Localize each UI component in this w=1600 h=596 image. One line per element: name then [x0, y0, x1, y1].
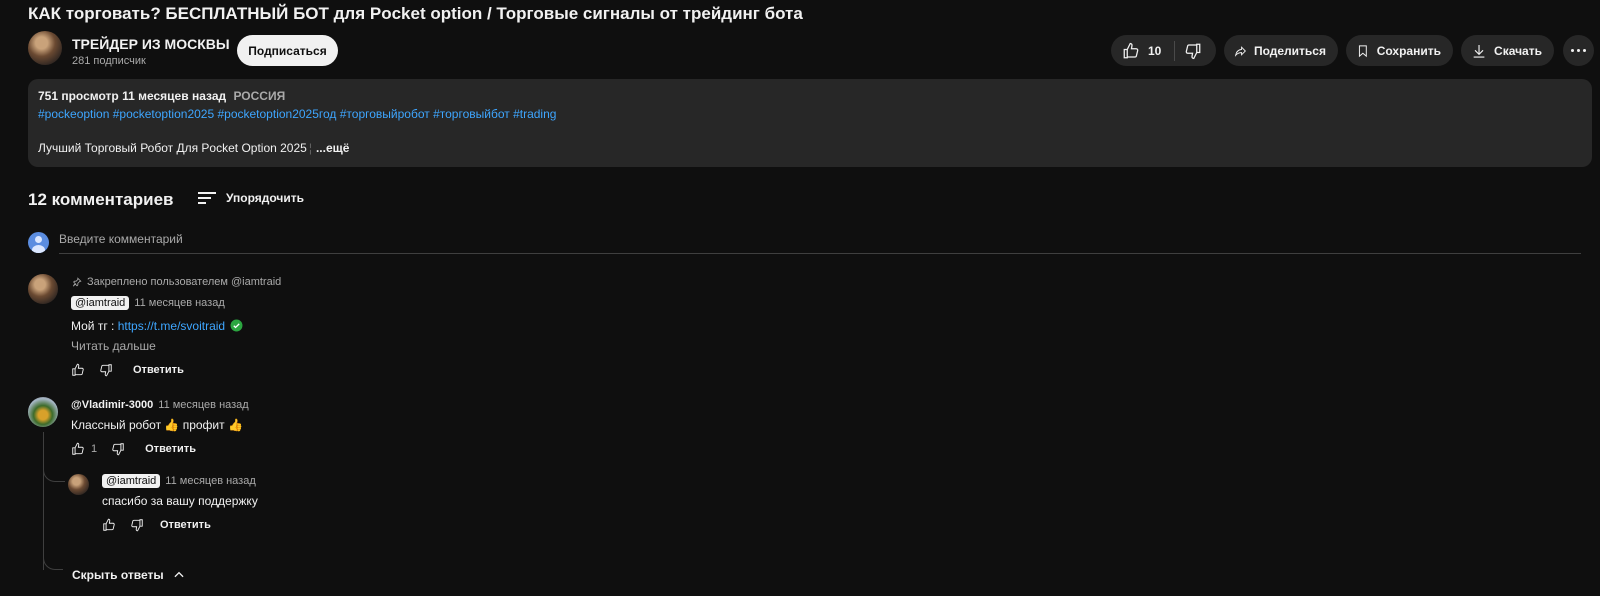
pinned-label: Закреплено пользователем @iamtraid	[87, 276, 282, 288]
thumbs-down-icon	[1185, 43, 1201, 59]
comment-author-avatar[interactable]	[28, 397, 58, 427]
description-fade: ¦	[308, 141, 312, 155]
hide-replies-label: Скрыть ответы	[72, 568, 164, 582]
description-box[interactable]: 751 просмотр 11 месяцев назад РОССИЯ #po…	[28, 79, 1592, 167]
like-button[interactable]: 10	[1111, 40, 1175, 61]
read-more-button[interactable]: Читать дальше	[71, 339, 156, 353]
more-actions-button[interactable]	[1563, 35, 1594, 66]
reply-button[interactable]: Ответить	[145, 443, 196, 455]
sort-label: Упорядочить	[226, 191, 305, 205]
dislike-button[interactable]	[1175, 42, 1202, 60]
verified-check-icon	[230, 319, 243, 332]
like-count: 10	[1148, 43, 1162, 58]
video-title: КАК торговать? БЕСПЛАТНЫЙ БОТ для Pocket…	[28, 4, 803, 23]
reply-actions: Ответить	[102, 518, 211, 532]
save-button[interactable]: Сохранить	[1346, 35, 1453, 66]
hide-replies-button[interactable]: Скрыть ответы	[72, 568, 186, 582]
thumbs-down-icon[interactable]	[99, 363, 113, 377]
reply-meta: @iamtraid 11 месяцев назад	[102, 474, 256, 488]
comments-count: 12 комментариев	[28, 190, 174, 209]
chevron-up-icon	[174, 571, 184, 578]
description-line: Лучший Торговый Робот Для Pocket Option …	[38, 141, 307, 155]
comment-input[interactable]: Введите комментарий	[59, 232, 1581, 254]
channel-avatar[interactable]	[28, 31, 62, 65]
comment-time[interactable]: 11 месяцев назад	[158, 399, 248, 411]
comment-time[interactable]: 11 месяцев назад	[134, 297, 224, 309]
pinned-indicator: Закреплено пользователем @iamtraid	[72, 276, 281, 288]
reply-connector	[43, 458, 65, 482]
reply-text: спасибо за вашу поддержку	[102, 494, 258, 508]
subscribe-button[interactable]: Подписаться	[237, 35, 338, 66]
comment-actions: 1 Ответить	[71, 442, 196, 456]
thumbs-down-icon[interactable]	[130, 518, 144, 532]
subscriber-count: 281 подписчик	[72, 55, 146, 67]
reply-connector	[43, 544, 63, 570]
comment-meta: @iamtraid 11 месяцев назад	[71, 296, 225, 310]
comment-author-avatar[interactable]	[28, 274, 58, 304]
like-dislike-group: 10	[1111, 35, 1216, 66]
comment-like-count: 1	[91, 443, 98, 455]
comment-author[interactable]: @iamtraid	[71, 296, 130, 310]
thumbs-up-icon[interactable]	[102, 518, 116, 532]
reply-button[interactable]: Ответить	[133, 364, 184, 376]
pin-icon	[73, 277, 82, 287]
thumbs-up-icon[interactable]	[71, 363, 85, 377]
publish-date: 11 месяцев назад	[122, 89, 227, 103]
download-button[interactable]: Скачать	[1461, 35, 1554, 66]
thumbs-down-icon[interactable]	[111, 442, 125, 456]
save-label: Сохранить	[1376, 43, 1441, 58]
comment-actions: Ответить	[71, 363, 184, 377]
share-icon	[1234, 45, 1246, 57]
share-button[interactable]: Поделиться	[1224, 35, 1338, 66]
share-label: Поделиться	[1253, 43, 1326, 58]
sort-icon	[198, 189, 216, 207]
reply-author-avatar[interactable]	[68, 474, 89, 495]
download-icon	[1473, 44, 1485, 58]
sort-comments-button[interactable]: Упорядочить	[198, 189, 304, 207]
show-more-link[interactable]: ...ещё	[316, 141, 349, 155]
user-avatar	[28, 232, 49, 253]
country: РОССИЯ	[233, 89, 286, 103]
download-label: Скачать	[1494, 43, 1542, 58]
description-text: Лучший Торговый Робот Для Pocket Option …	[38, 141, 349, 155]
reply-author[interactable]: @iamtraid	[102, 474, 161, 488]
comment-text-prefix: Мой тг :	[71, 319, 118, 333]
comment-author[interactable]: @Vladimir-3000	[71, 399, 153, 411]
reply-button[interactable]: Ответить	[160, 519, 211, 531]
channel-name[interactable]: ТРЕЙДЕР ИЗ МОСКВЫ	[72, 36, 230, 52]
more-dot	[1577, 49, 1580, 52]
more-dot	[1571, 49, 1574, 52]
view-count: 751 просмотр	[38, 89, 119, 103]
comment-meta: @Vladimir-3000 11 месяцев назад	[71, 399, 249, 411]
thumbs-up-icon[interactable]	[71, 442, 85, 456]
comment-text: Классный робот 👍 профит 👍	[71, 418, 243, 432]
comment-text: Мой тг : https://t.me/svoitraid	[71, 319, 243, 333]
thumbs-up-icon	[1123, 42, 1139, 58]
description-meta: 751 просмотр 11 месяцев назад РОССИЯ	[38, 89, 285, 103]
hashtags[interactable]: #pockeoption #pocketoption2025 #pocketop…	[38, 107, 556, 121]
telegram-link[interactable]: https://t.me/svoitraid	[118, 319, 225, 333]
reply-time[interactable]: 11 месяцев назад	[165, 475, 255, 487]
more-dot	[1583, 49, 1586, 52]
bookmark-icon	[1358, 44, 1367, 57]
